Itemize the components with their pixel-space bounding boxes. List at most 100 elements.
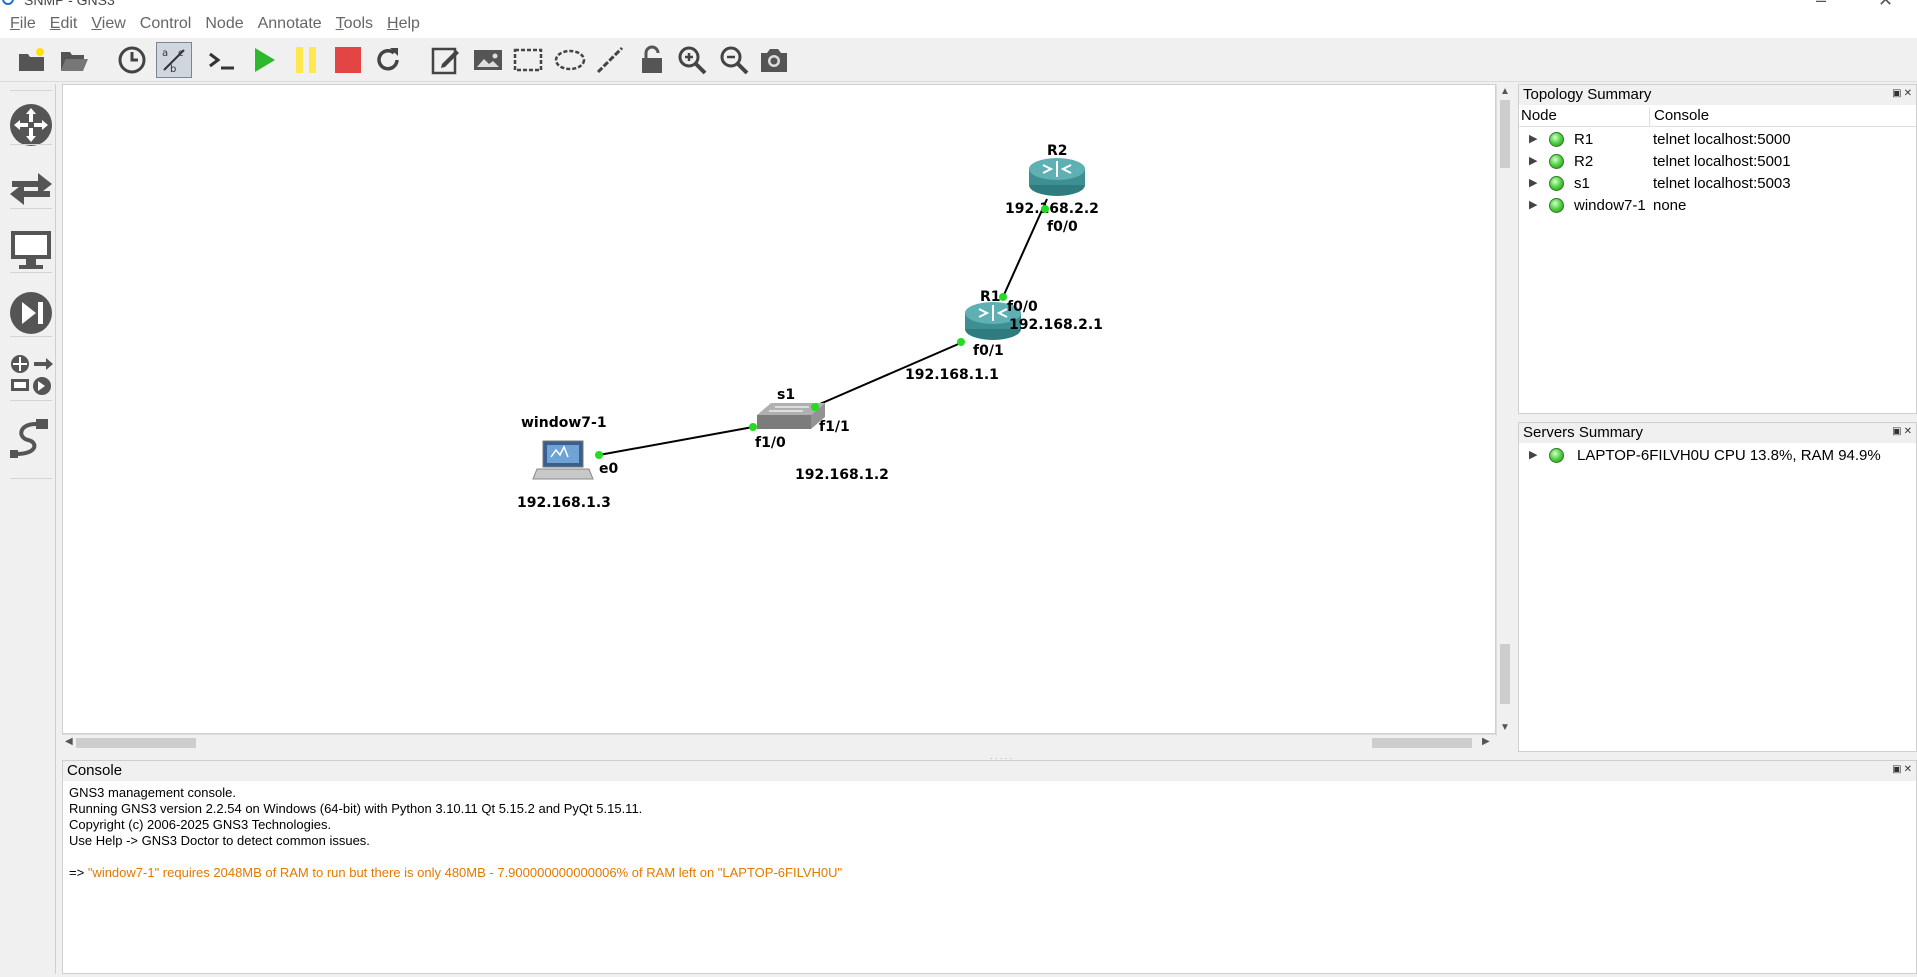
console-output[interactable]: GNS3 management console. Running GNS3 ver… xyxy=(69,785,842,881)
new-project-button[interactable] xyxy=(14,42,50,78)
browse-routers-button[interactable] xyxy=(8,100,54,150)
open-project-button[interactable] xyxy=(56,42,92,78)
node-r2[interactable] xyxy=(1029,158,1085,196)
canvas-horizontal-scrollbar[interactable]: ◀ ▶ xyxy=(62,734,1496,750)
s1-iface-right: f1/1 xyxy=(819,419,850,435)
show-interface-labels-button[interactable]: acb xyxy=(156,42,192,78)
topology-row-r2[interactable]: ▶ R2 telnet localhost:5001 xyxy=(1519,151,1916,173)
snapshot-clock-icon xyxy=(118,46,146,74)
scroll-down-icon[interactable]: ▼ xyxy=(1500,722,1510,733)
snapshot-button[interactable] xyxy=(114,42,150,78)
browse-end-devices-button[interactable] xyxy=(8,224,54,274)
panel-float-close-icons[interactable]: ▣✕ xyxy=(1892,764,1914,775)
topology-canvas[interactable]: R2 192.168.2.2 f0/0 R1 f0/0 192.168.2.1 … xyxy=(62,84,1496,734)
gns3-window: SNMP - GNS3 – ✕ File Edit View Control N… xyxy=(0,0,1917,977)
menu-edit[interactable]: Edit xyxy=(50,15,78,33)
topology-drawing: R2 192.168.2.2 f0/0 R1 f0/0 192.168.2.1 … xyxy=(517,143,1103,511)
add-note-icon xyxy=(431,47,459,75)
column-console[interactable]: Console xyxy=(1649,107,1709,127)
zoom-out-button[interactable] xyxy=(716,42,752,78)
servers-summary-title: Servers Summary xyxy=(1519,423,1916,443)
menu-control[interactable]: Control xyxy=(140,15,192,33)
server-row-laptop[interactable]: ▶ LAPTOP-6FILVH0U CPU 13.8%, RAM 94.9% xyxy=(1519,445,1916,467)
menu-annotate[interactable]: Annotate xyxy=(258,15,322,33)
horizontal-scroll-thumb-right[interactable] xyxy=(1372,738,1472,748)
topology-row-r1[interactable]: ▶ R1 telnet localhost:5000 xyxy=(1519,129,1916,151)
menu-tools[interactable]: Tools xyxy=(336,15,373,33)
suspend-all-icon xyxy=(296,47,316,73)
r1-ip-bottom: 192.168.1.1 xyxy=(905,367,999,383)
node-window7-1[interactable] xyxy=(532,440,594,480)
expand-arrow-icon[interactable]: ▶ xyxy=(1529,448,1537,461)
insert-image-icon xyxy=(474,50,502,70)
expand-arrow-icon[interactable]: ▶ xyxy=(1529,198,1537,211)
reload-all-icon xyxy=(377,48,399,71)
menu-file[interactable]: File xyxy=(10,15,36,33)
console-prompt: => xyxy=(69,865,85,880)
lock-unlock-icon xyxy=(642,45,662,73)
zoom-in-icon xyxy=(678,46,707,75)
link-endpoint xyxy=(957,338,965,346)
add-link-button[interactable] xyxy=(8,414,54,464)
topology-summary-header: Node Console xyxy=(1519,105,1916,127)
add-link-icon xyxy=(10,419,48,458)
link-endpoint xyxy=(595,451,603,459)
vertical-scroll-thumb-lower[interactable] xyxy=(1500,644,1510,704)
add-note-button[interactable] xyxy=(428,42,464,78)
canvas-vertical-scrollbar[interactable]: ▲ ▼ xyxy=(1496,84,1512,736)
panel-float-close-icons[interactable]: ▣✕ xyxy=(1892,88,1914,99)
draw-ellipse-button[interactable] xyxy=(552,42,588,78)
draw-rectangle-button[interactable] xyxy=(510,42,546,78)
topology-summary-panel: Topology Summary ▣✕ Node Console ▶ R1 te… xyxy=(1518,84,1917,414)
menu-view[interactable]: View xyxy=(91,15,125,33)
stop-all-button[interactable] xyxy=(330,42,366,78)
window-title: SNMP - GNS3 xyxy=(24,0,115,8)
scroll-left-icon[interactable]: ◀ xyxy=(65,736,73,747)
expand-arrow-icon[interactable]: ▶ xyxy=(1529,132,1537,145)
console-all-icon xyxy=(209,52,234,70)
browse-all-devices-button[interactable] xyxy=(8,350,54,400)
show-interface-labels-icon: acb xyxy=(162,48,185,75)
link-pc-s1[interactable] xyxy=(598,426,754,456)
menu-node[interactable]: Node xyxy=(205,15,243,33)
column-node[interactable]: Node xyxy=(1521,107,1557,124)
suspend-all-button[interactable] xyxy=(288,42,324,78)
console-line: Use Help -> GNS3 Doctor to detect common… xyxy=(69,833,370,848)
expand-arrow-icon[interactable]: ▶ xyxy=(1529,154,1537,167)
scroll-up-icon[interactable]: ▲ xyxy=(1500,86,1510,97)
scroll-right-icon[interactable]: ▶ xyxy=(1482,736,1490,747)
draw-line-button[interactable] xyxy=(592,42,628,78)
status-green-icon xyxy=(1549,448,1564,463)
console-line: GNS3 management console. xyxy=(69,785,236,800)
console-all-button[interactable] xyxy=(204,42,240,78)
expand-arrow-icon[interactable]: ▶ xyxy=(1529,176,1537,189)
zoom-out-icon xyxy=(720,46,749,75)
minimize-button[interactable]: – xyxy=(1816,0,1826,10)
link-endpoint xyxy=(999,293,1007,301)
console-title: Console xyxy=(63,761,1916,781)
open-project-icon xyxy=(61,52,88,71)
browse-security-devices-button[interactable] xyxy=(8,288,54,338)
browse-switches-button[interactable] xyxy=(8,162,54,212)
svg-text:b: b xyxy=(170,64,176,75)
reload-all-button[interactable] xyxy=(370,42,406,78)
menu-help[interactable]: Help xyxy=(387,15,420,33)
console-line: Copyright (c) 2006-2025 GNS3 Technologie… xyxy=(69,817,332,832)
topology-row-s1[interactable]: ▶ s1 telnet localhost:5003 xyxy=(1519,173,1916,195)
topology-row-window7-1[interactable]: ▶ window7-1 none xyxy=(1519,195,1916,217)
stop-all-icon xyxy=(335,47,361,73)
draw-line-icon xyxy=(596,46,624,74)
insert-image-button[interactable] xyxy=(470,42,506,78)
horizontal-scroll-thumb[interactable] xyxy=(76,738,196,748)
screenshot-button[interactable] xyxy=(756,42,792,78)
r1-ip-top: 192.168.2.1 xyxy=(1009,317,1103,333)
close-button[interactable]: ✕ xyxy=(1878,0,1893,10)
status-green-icon xyxy=(1549,198,1564,213)
start-all-button[interactable] xyxy=(246,42,282,78)
lock-unlock-button[interactable] xyxy=(634,42,670,78)
topology-summary-title: Topology Summary xyxy=(1519,85,1916,105)
svg-text:a: a xyxy=(162,48,168,59)
zoom-in-button[interactable] xyxy=(674,42,710,78)
vertical-scroll-thumb[interactable] xyxy=(1500,100,1510,168)
panel-float-close-icons[interactable]: ▣✕ xyxy=(1892,426,1914,437)
